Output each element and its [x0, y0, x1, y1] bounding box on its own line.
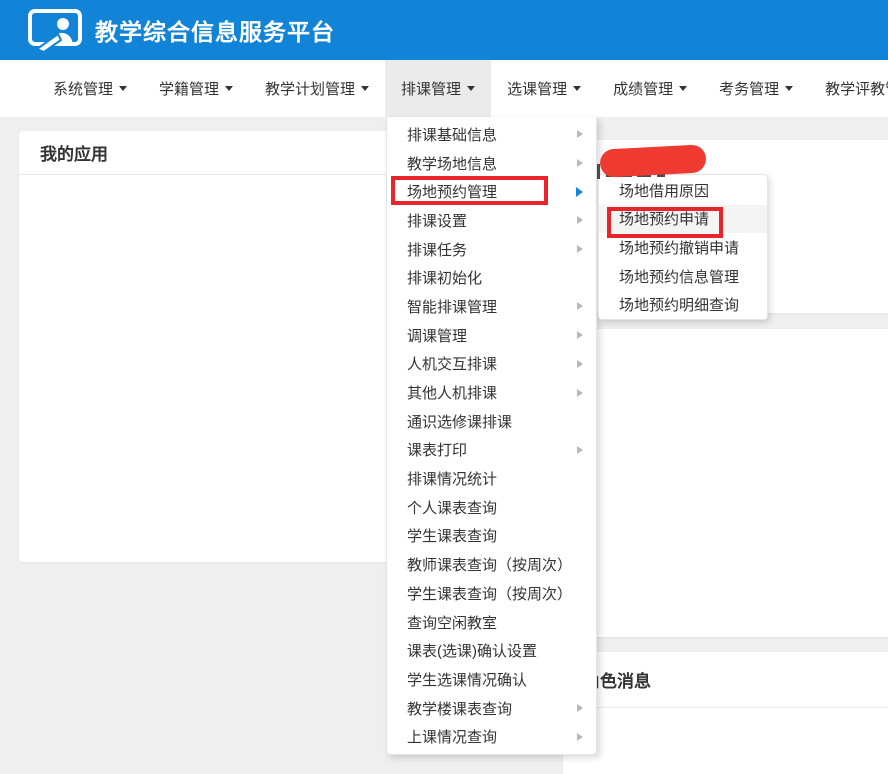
submenu-arrow-icon — [577, 302, 583, 310]
menu-item-student-timetable-by-week[interactable]: 学生课表查询（按周次） — [387, 579, 596, 608]
menu-item-teaching-venue-info[interactable]: 教学场地信息 — [387, 149, 596, 178]
menu-item-smart-scheduling[interactable]: 智能排课管理 — [387, 292, 596, 321]
submenu-item-reservation-apply[interactable]: 场地预约申请 — [599, 205, 767, 234]
course-scheduling-dropdown-menu: 排课基础信息 教学场地信息 场地预约管理 排课设置 排课任务 排课初始化 智能排… — [386, 117, 597, 755]
submenu-arrow-icon — [577, 704, 583, 712]
menu-item-general-elective-scheduling[interactable]: 通识选修课排课 — [387, 407, 596, 436]
menu-item-student-timetable[interactable]: 学生课表查询 — [387, 522, 596, 551]
submenu-item-reservation-info-mgmt[interactable]: 场地预约信息管理 — [599, 262, 767, 291]
menu-item-scheduling-settings[interactable]: 排课设置 — [387, 206, 596, 235]
menu-item-timetable-confirm-settings[interactable]: 课表(选课)确认设置 — [387, 636, 596, 665]
submenu-arrow-icon — [577, 733, 583, 741]
page-title: 教学综合信息服务平台 — [95, 13, 335, 47]
nav-item-grades[interactable]: 成绩管理 — [597, 60, 703, 117]
submenu-arrow-icon — [577, 159, 583, 167]
top-navbar: 系统管理 学籍管理 教学计划管理 排课管理 选课管理 成绩管理 考务管理 教学评… — [0, 60, 888, 117]
nav-item-system[interactable]: 系统管理 — [37, 60, 143, 117]
menu-item-course-adjustment[interactable]: 调课管理 — [387, 321, 596, 350]
menu-item-free-classroom-query[interactable]: 查询空闲教室 — [387, 608, 596, 637]
right-card-middle — [563, 329, 888, 637]
menu-item-venue-reservation-mgmt[interactable]: 场地预约管理 — [387, 177, 596, 206]
venue-reservation-submenu: 场地借用原因 场地预约申请 场地预约撤销申请 场地预约信息管理 场地预约明细查询 — [598, 174, 768, 320]
menu-item-interactive-scheduling[interactable]: 人机交互排课 — [387, 350, 596, 379]
submenu-item-reservation-cancel-apply[interactable]: 场地预约撤销申请 — [599, 233, 767, 262]
red-redaction-scribble — [599, 144, 706, 178]
role-messages-card-title: 角色消息 — [563, 652, 888, 708]
menu-item-teacher-timetable-by-week[interactable]: 教师课表查询（按周次） — [387, 550, 596, 579]
menu-item-scheduling-init[interactable]: 排课初始化 — [387, 263, 596, 292]
role-messages-card: 角色消息 — [563, 652, 888, 774]
submenu-arrow-icon — [577, 446, 583, 454]
submenu-arrow-icon — [576, 187, 583, 197]
nav-item-student-status[interactable]: 学籍管理 — [143, 60, 249, 117]
submenu-arrow-icon — [577, 360, 583, 368]
caret-down-icon — [119, 86, 127, 91]
menu-item-personal-timetable[interactable]: 个人课表查询 — [387, 493, 596, 522]
app-header: 教学综合信息服务平台 — [0, 0, 888, 60]
nav-item-teaching-evaluation[interactable]: 教学评教管理 — [809, 60, 888, 117]
nav-item-course-selection[interactable]: 选课管理 — [491, 60, 597, 117]
caret-down-icon — [225, 86, 233, 91]
menu-item-class-status-query[interactable]: 上课情况查询 — [387, 722, 596, 751]
submenu-arrow-icon — [577, 216, 583, 224]
caret-down-icon — [573, 86, 581, 91]
platform-logo-icon — [27, 8, 83, 52]
menu-item-scheduling-statistics[interactable]: 排课情况统计 — [387, 464, 596, 493]
nav-item-exam-affairs[interactable]: 考务管理 — [703, 60, 809, 117]
submenu-item-borrow-reason[interactable]: 场地借用原因 — [599, 176, 767, 205]
submenu-arrow-icon — [577, 245, 583, 253]
submenu-item-reservation-detail-query[interactable]: 场地预约明细查询 — [599, 290, 767, 319]
nav-item-teaching-plan[interactable]: 教学计划管理 — [249, 60, 385, 117]
caret-down-icon — [785, 86, 793, 91]
caret-down-icon — [361, 86, 369, 91]
menu-item-timetable-print[interactable]: 课表打印 — [387, 436, 596, 465]
caret-down-icon — [679, 86, 687, 91]
submenu-arrow-icon — [577, 130, 583, 138]
menu-item-building-timetable-query[interactable]: 教学楼课表查询 — [387, 694, 596, 723]
nav-item-course-scheduling[interactable]: 排课管理 — [385, 60, 491, 117]
submenu-arrow-icon — [577, 389, 583, 397]
menu-item-other-interactive-scheduling[interactable]: 其他人机排课 — [387, 378, 596, 407]
menu-item-student-selection-confirm[interactable]: 学生选课情况确认 — [387, 665, 596, 694]
menu-item-scheduling-tasks[interactable]: 排课任务 — [387, 235, 596, 264]
submenu-arrow-icon — [577, 331, 583, 339]
menu-item-scheduling-basic-info[interactable]: 排课基础信息 — [387, 120, 596, 149]
caret-down-icon — [467, 86, 475, 91]
